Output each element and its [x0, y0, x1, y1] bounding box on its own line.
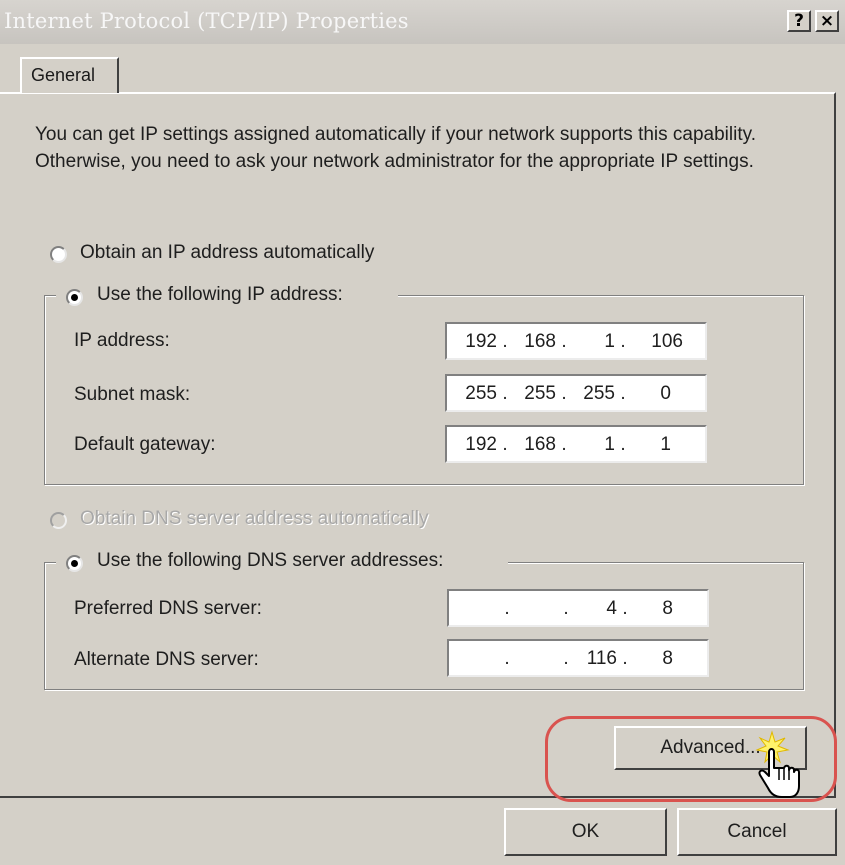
- window-title: Internet Protocol (TCP/IP) Properties: [4, 9, 409, 33]
- ok-button[interactable]: OK: [504, 808, 667, 856]
- title-bar: Internet Protocol (TCP/IP) Properties ? …: [0, 0, 845, 44]
- cancel-button[interactable]: Cancel: [677, 808, 837, 856]
- tab-general[interactable]: General: [20, 57, 119, 93]
- tab-page-general: [0, 92, 836, 798]
- close-button[interactable]: ×: [815, 10, 839, 32]
- hand-pointer-icon: [755, 730, 800, 798]
- help-button[interactable]: ?: [787, 10, 811, 32]
